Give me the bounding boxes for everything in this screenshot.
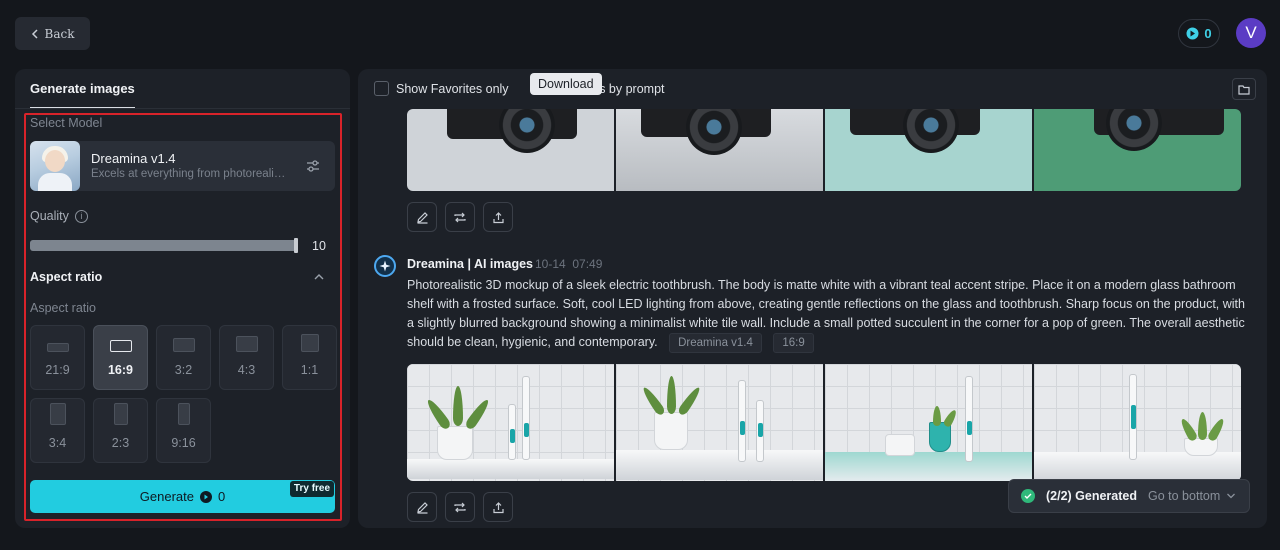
edit-button[interactable] bbox=[407, 492, 437, 522]
result-time: 07:49 bbox=[572, 257, 603, 271]
aspect-ratio-shape bbox=[172, 338, 195, 352]
result-image[interactable] bbox=[825, 364, 1032, 481]
credit-coin-icon bbox=[1186, 27, 1199, 40]
credits-count: 0 bbox=[1204, 26, 1212, 41]
share-button[interactable] bbox=[483, 492, 513, 522]
image-actions bbox=[407, 202, 513, 232]
go-to-bottom-label: Go to bottom bbox=[1148, 489, 1221, 503]
dreamina-logo-icon bbox=[374, 255, 396, 277]
divider bbox=[15, 108, 350, 109]
image-row bbox=[407, 109, 1241, 191]
aspect-ratio-option[interactable]: 1:1 bbox=[282, 325, 337, 390]
result-image[interactable] bbox=[407, 364, 614, 481]
aspect-ratio-sub-label: Aspect ratio bbox=[30, 301, 97, 315]
aspect-ratio-shape bbox=[46, 343, 69, 352]
result-author: Dreamina | AI images bbox=[407, 257, 534, 271]
aspect-ratio-label: 16:9 bbox=[107, 363, 134, 377]
ratio-tag[interactable]: 16:9 bbox=[773, 333, 814, 353]
aspect-ratio-header[interactable]: Aspect ratio bbox=[30, 270, 102, 284]
folder-button[interactable] bbox=[1232, 78, 1256, 100]
chevron-left-icon bbox=[31, 28, 38, 39]
aspect-ratio-shape bbox=[49, 403, 66, 425]
quality-label: Quality i bbox=[30, 209, 88, 223]
result-image[interactable] bbox=[616, 109, 823, 191]
sliders-icon[interactable] bbox=[305, 158, 321, 174]
top-bar: Back 0 V bbox=[0, 0, 1280, 68]
results-panel: Show Favorites only ults by prompt Downl… bbox=[358, 69, 1267, 528]
generation-status-toast: (2/2) Generated Go to bottom bbox=[1008, 479, 1250, 513]
aspect-ratio-shape bbox=[300, 334, 319, 352]
result-image[interactable] bbox=[1034, 364, 1241, 481]
aspect-ratio-label: 21:9 bbox=[45, 363, 70, 377]
edit-button[interactable] bbox=[407, 202, 437, 232]
aspect-ratio-option[interactable]: 2:3 bbox=[93, 398, 148, 463]
tab-generate-images[interactable]: Generate images bbox=[30, 81, 135, 109]
prompt-text: Photorealistic 3D mockup of a sleek elec… bbox=[407, 276, 1247, 353]
back-button[interactable]: Back bbox=[15, 17, 90, 50]
credit-coin-icon bbox=[199, 490, 212, 503]
chevron-down-icon bbox=[1227, 493, 1236, 499]
model-thumbnail bbox=[30, 141, 80, 191]
result-date: 10-14 bbox=[535, 257, 566, 271]
quality-slider-handle[interactable] bbox=[294, 238, 298, 253]
select-model-label: Select Model bbox=[30, 116, 103, 130]
prompt-body: Photorealistic 3D mockup of a sleek elec… bbox=[407, 278, 1245, 349]
result-image[interactable] bbox=[407, 109, 614, 191]
avatar[interactable]: V bbox=[1236, 18, 1266, 48]
upload-icon bbox=[492, 501, 504, 513]
aspect-ratio-option[interactable]: 16:9 bbox=[93, 325, 148, 390]
model-description: Excels at everything from photorealism bbox=[91, 168, 289, 180]
aspect-ratio-shape bbox=[235, 336, 258, 352]
quality-slider[interactable] bbox=[30, 238, 298, 253]
aspect-ratio-shape bbox=[177, 403, 190, 425]
generation-status: (2/2) Generated bbox=[1046, 489, 1138, 503]
aspect-ratio-shape bbox=[113, 403, 128, 425]
repeat-icon bbox=[454, 502, 466, 512]
regenerate-button[interactable] bbox=[445, 492, 475, 522]
pencil-icon bbox=[416, 211, 428, 224]
model-selector[interactable]: Dreamina v1.4 Excels at everything from … bbox=[30, 141, 335, 191]
aspect-ratio-option[interactable]: 4:3 bbox=[219, 325, 274, 390]
quality-slider-fill bbox=[30, 240, 298, 251]
aspect-ratio-label: 4:3 bbox=[237, 363, 256, 377]
chevron-up-icon[interactable] bbox=[313, 272, 325, 282]
credits-badge[interactable]: 0 bbox=[1178, 19, 1220, 48]
favorites-checkbox[interactable] bbox=[374, 81, 389, 96]
quality-value: 10 bbox=[312, 239, 326, 253]
back-label: Back bbox=[44, 26, 75, 41]
aspect-ratio-label: 3:2 bbox=[174, 363, 193, 377]
model-name: Dreamina v1.4 bbox=[91, 151, 176, 166]
aspect-ratio-option[interactable]: 3:4 bbox=[30, 398, 85, 463]
aspect-ratio-label: 2:3 bbox=[111, 436, 130, 450]
generate-cost: 0 bbox=[217, 489, 226, 504]
info-icon[interactable]: i bbox=[74, 209, 88, 223]
result-image[interactable] bbox=[1034, 109, 1241, 191]
aspect-ratio-option[interactable]: 21:9 bbox=[30, 325, 85, 390]
aspect-ratio-shape bbox=[109, 340, 132, 352]
pencil-icon bbox=[416, 501, 428, 514]
aspect-ratio-option[interactable]: 3:2 bbox=[156, 325, 211, 390]
result-image[interactable] bbox=[616, 364, 823, 481]
download-tooltip: Download bbox=[530, 73, 602, 95]
repeat-icon bbox=[454, 212, 466, 222]
quality-label-text: Quality bbox=[30, 209, 69, 223]
upload-icon bbox=[492, 211, 504, 223]
go-to-bottom-link[interactable]: Go to bottom bbox=[1148, 489, 1236, 503]
aspect-ratio-label: 1:1 bbox=[300, 363, 319, 377]
image-row bbox=[407, 364, 1241, 481]
model-tag[interactable]: Dreamina v1.4 bbox=[669, 333, 762, 353]
aspect-ratio-label: 3:4 bbox=[48, 436, 67, 450]
result-timestamp: 10-14 07:49 bbox=[535, 257, 602, 271]
try-free-badge: Try free bbox=[290, 481, 334, 497]
aspect-ratio-label: 9:16 bbox=[171, 436, 196, 450]
folder-icon bbox=[1238, 84, 1250, 95]
favorites-label[interactable]: Show Favorites only bbox=[396, 82, 509, 96]
generate-label: Generate bbox=[139, 489, 194, 504]
share-button[interactable] bbox=[483, 202, 513, 232]
aspect-ratio-option[interactable]: 9:16 bbox=[156, 398, 211, 463]
result-image[interactable] bbox=[825, 109, 1032, 191]
check-circle-icon bbox=[1021, 489, 1035, 503]
image-actions bbox=[407, 492, 513, 522]
regenerate-button[interactable] bbox=[445, 202, 475, 232]
